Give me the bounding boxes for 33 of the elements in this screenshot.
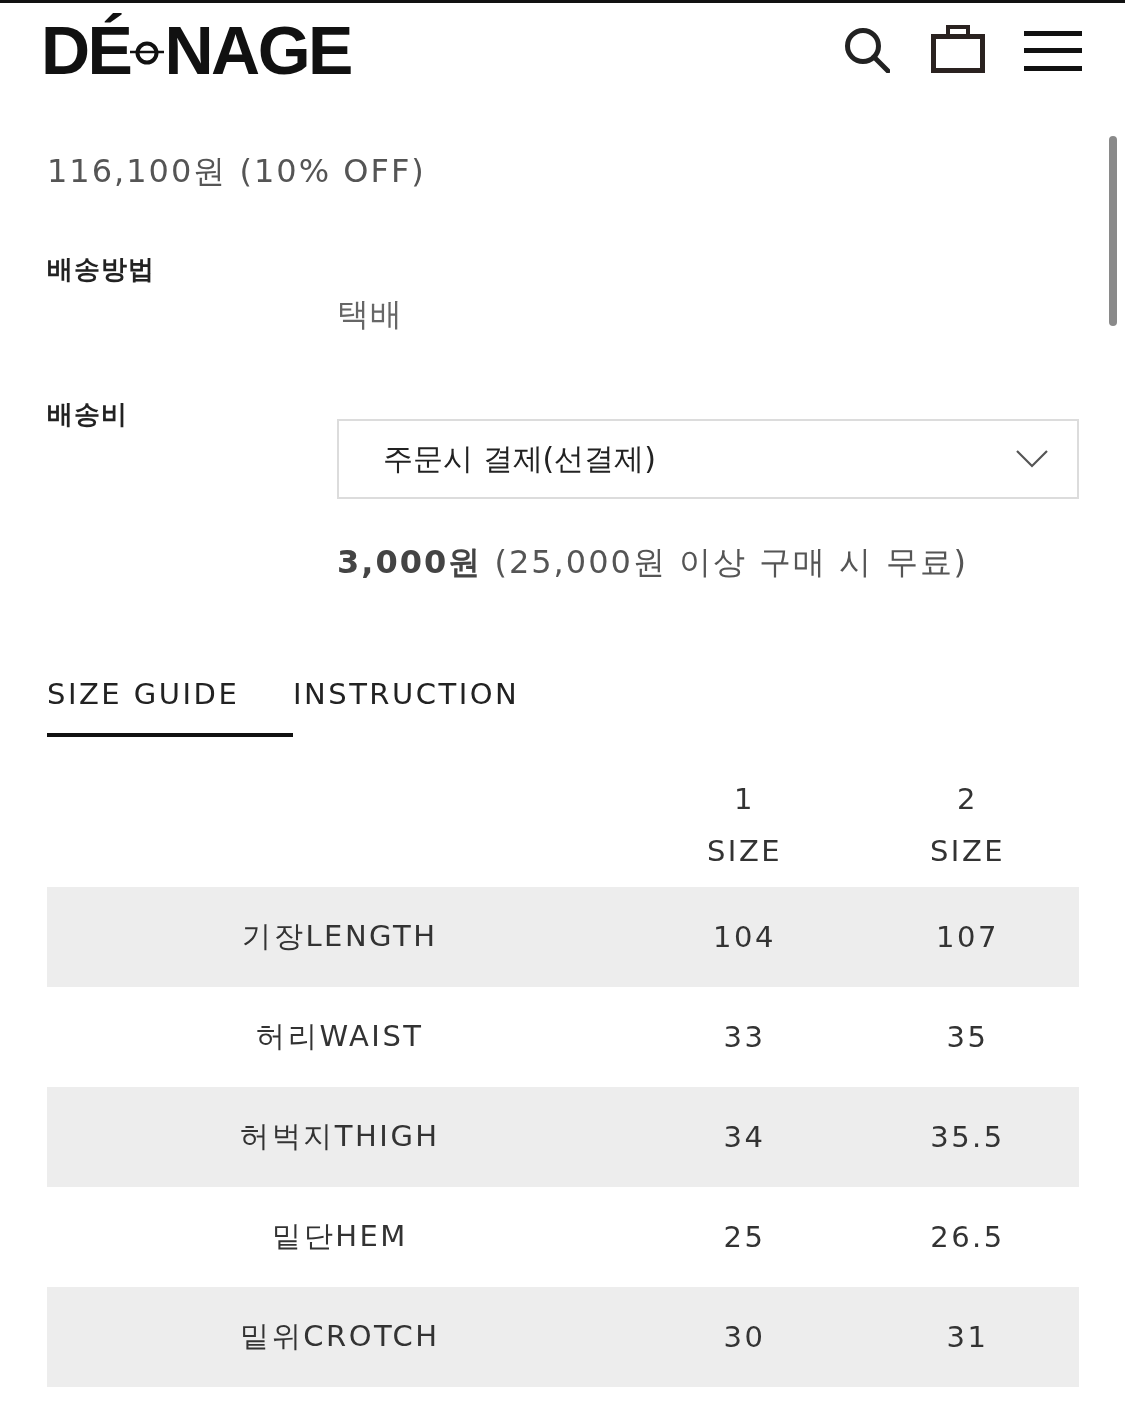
table-cell-text: 26.5	[929, 1219, 1006, 1256]
column-header: 2 SIZE	[928, 781, 1007, 870]
shipping-fee-select[interactable]: 주문시 결제(선결제)	[337, 419, 1079, 499]
shopping-bag-icon[interactable]	[931, 22, 985, 73]
table-cell-text: 35	[945, 1019, 990, 1056]
column-header: 1 SIZE	[705, 781, 784, 870]
shipping-fee-note: 3,000원 (25,000원 이상 구매 시 무료)	[337, 542, 968, 582]
row-label: 밑위CROTCH	[239, 1318, 441, 1355]
circle-line-icon	[130, 40, 165, 65]
field-label: 배송방법	[47, 253, 155, 286]
logo-text: DÉ	[41, 15, 131, 84]
table-cell-text: 33	[722, 1019, 767, 1056]
table-cell-text: 30	[722, 1319, 767, 1356]
row-label: 허벅지THIGH	[239, 1118, 441, 1155]
table-cell-text: 35.5	[929, 1119, 1006, 1156]
table-cell-text: 104	[712, 919, 777, 956]
logo-text: NAGE	[164, 15, 351, 84]
logo-link[interactable]: DÉ NAGE	[41, 15, 351, 84]
price-text: 116,100원 (10% OFF)	[47, 151, 427, 191]
menu-icon[interactable]	[1024, 30, 1082, 71]
table-cell-text: 31	[945, 1319, 990, 1356]
row-label: 밑단HEM	[271, 1218, 409, 1255]
delivery-method-text: 택배	[337, 294, 403, 334]
tab[interactable]: INSTRUCTION	[293, 674, 520, 737]
chevron-down-icon	[1016, 450, 1048, 468]
row-label: 기장LENGTH	[241, 918, 439, 955]
row-label: 허리WAIST	[255, 1018, 425, 1055]
field-label: 배송비	[47, 398, 128, 431]
table-cell-text: 34	[722, 1119, 767, 1156]
search-icon[interactable]	[844, 26, 890, 73]
table-cell-text: 25	[722, 1219, 767, 1256]
tab[interactable]: SIZE GUIDE	[47, 674, 293, 737]
table-cell-text: 107	[935, 919, 1000, 956]
